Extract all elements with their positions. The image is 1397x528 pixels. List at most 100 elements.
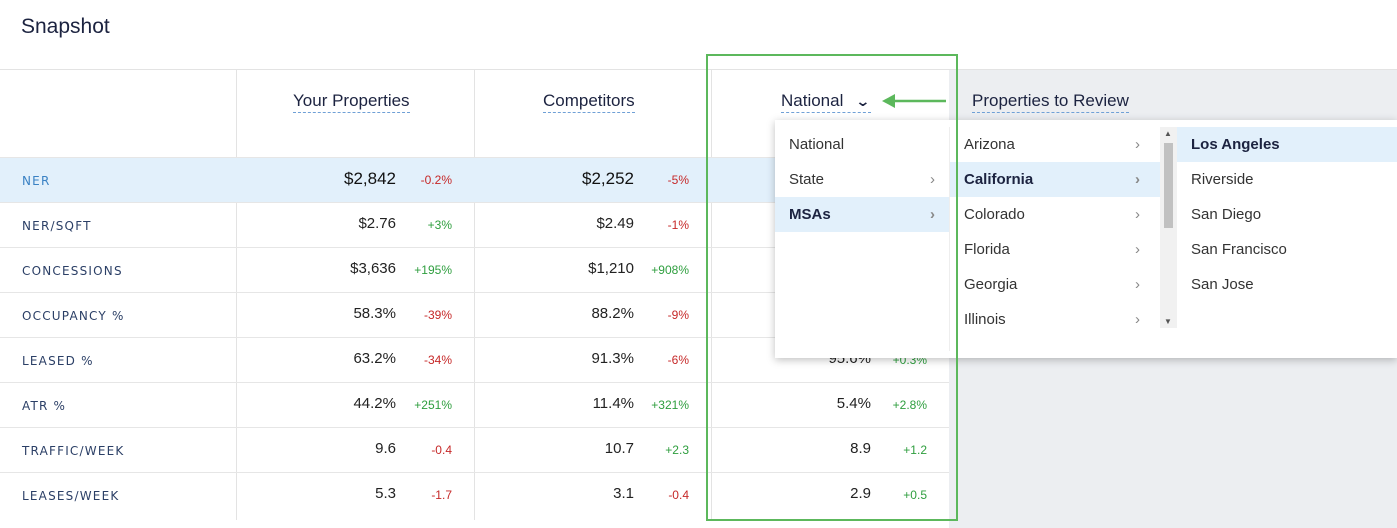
menu-item-label: San Diego [1191, 206, 1262, 223]
menu-item-label: Los Angeles [1191, 136, 1280, 153]
annotation-arrow-icon [882, 94, 946, 108]
table-row[interactable]: LEASES/WEEK 5.3 -1.7 3.1 -0.4 2.9 +0.5 [0, 472, 949, 517]
menu-item-label: State [789, 171, 825, 188]
col-header-competitors[interactable]: Competitors [543, 91, 635, 113]
table-row[interactable]: ATR % 44.2% +251% 11.4% +321% 5.4% +2.8% [0, 382, 949, 427]
region-dropdown-menu: National State › MSAs › Arizona › Californi… [775, 120, 1397, 358]
competitors-value: 10.7 [604, 440, 634, 457]
menu-item-label: San Jose [1191, 276, 1254, 293]
your-properties-change: -34% [423, 353, 452, 367]
competitors-change: -5% [667, 173, 689, 187]
scroll-up-icon[interactable]: ▲ [1164, 129, 1172, 138]
your-properties-change: -0.4 [431, 443, 452, 457]
col-header-review[interactable]: Properties to Review [972, 91, 1129, 113]
menu-level-3: Los Angeles Riverside San Diego San Fran… [1177, 127, 1397, 302]
metric-label: LEASES/WEEK [22, 489, 120, 503]
menu-item-arizona[interactable]: Arizona › [950, 127, 1162, 162]
your-properties-value: 9.6 [375, 440, 396, 457]
competitors-value: 3.1 [613, 485, 634, 502]
menu-scrollbar[interactable]: ▲ ▼ [1160, 127, 1177, 328]
your-properties-value: 63.2% [353, 350, 396, 367]
menu-item-colorado[interactable]: Colorado › [950, 197, 1162, 232]
col-header-yours[interactable]: Your Properties [293, 91, 410, 113]
metric-label: CONCESSIONS [22, 264, 123, 278]
your-properties-change: +195% [414, 263, 452, 277]
national-change: +0.5 [903, 488, 927, 502]
national-change: +1.2 [903, 443, 927, 457]
chevron-down-icon[interactable]: ⌄ [856, 93, 871, 110]
your-properties-value: 58.3% [353, 305, 396, 322]
your-properties-change: -39% [423, 308, 452, 322]
menu-item-label: Illinois [964, 311, 1006, 328]
page-title: Snapshot [21, 15, 110, 38]
scroll-down-icon[interactable]: ▼ [1164, 317, 1172, 326]
chevron-right-icon: › [930, 171, 935, 188]
competitors-value: 91.3% [591, 350, 634, 367]
metric-label: NER [22, 174, 51, 188]
menu-level-2: Arizona › California › Colorado › Florida › … [949, 127, 1162, 351]
menu-item-california[interactable]: California › [950, 162, 1162, 197]
competitors-value: 11.4% [592, 395, 634, 412]
national-dropdown[interactable]: National ⌄ [781, 91, 872, 113]
competitors-value: $2.49 [596, 215, 634, 232]
competitors-change: -9% [667, 308, 689, 322]
menu-item-label: National [789, 136, 845, 153]
chevron-right-icon: › [1135, 241, 1140, 258]
your-properties-value: 44.2% [353, 395, 396, 412]
competitors-value: 88.2% [591, 305, 634, 322]
competitors-change: -1% [667, 218, 689, 232]
metric-label: NER/SQFT [22, 219, 92, 233]
menu-item-national[interactable]: National [775, 127, 949, 162]
chevron-right-icon: › [1135, 136, 1140, 153]
your-properties-value: $2.76 [358, 215, 396, 232]
chevron-right-icon: › [1135, 311, 1140, 328]
menu-item-san-francisco[interactable]: San Francisco [1177, 232, 1397, 267]
competitors-change: +908% [651, 263, 689, 277]
your-properties-change: -1.7 [431, 488, 452, 502]
menu-item-san-jose[interactable]: San Jose [1177, 267, 1397, 302]
national-value: 8.9 [850, 440, 871, 457]
chevron-right-icon: › [1135, 276, 1140, 293]
menu-item-label: Florida [964, 241, 1010, 258]
menu-item-los-angeles[interactable]: Los Angeles [1177, 127, 1397, 162]
national-label: National [781, 91, 844, 110]
competitors-change: -0.4 [668, 488, 689, 502]
national-value: 5.4% [836, 395, 871, 412]
menu-item-msas[interactable]: MSAs › [775, 197, 949, 232]
menu-item-san-diego[interactable]: San Diego [1177, 197, 1397, 232]
metric-label: ATR % [22, 399, 67, 413]
menu-item-label: San Francisco [1191, 241, 1287, 258]
menu-item-georgia[interactable]: Georgia › [950, 267, 1162, 302]
competitors-value: $2,252 [582, 169, 634, 188]
menu-item-label: California [964, 171, 1034, 188]
metric-label: TRAFFIC/WEEK [22, 444, 125, 458]
your-properties-value: 5.3 [375, 485, 396, 502]
chevron-right-icon: › [1135, 171, 1140, 188]
competitors-change: +2.3 [665, 443, 689, 457]
menu-item-state[interactable]: State › [775, 162, 949, 197]
menu-item-label: Riverside [1191, 171, 1254, 188]
metric-label: OCCUPANCY % [22, 309, 125, 323]
menu-item-illinois[interactable]: Illinois › [950, 302, 1162, 337]
your-properties-value: $3,636 [350, 260, 396, 277]
menu-item-riverside[interactable]: Riverside [1177, 162, 1397, 197]
chevron-right-icon: › [1135, 206, 1140, 223]
competitors-change: -6% [667, 353, 689, 367]
menu-item-label: Georgia [964, 276, 1018, 293]
national-value: 2.9 [850, 485, 871, 502]
menu-item-label: Arizona [964, 136, 1015, 153]
table-row[interactable]: TRAFFIC/WEEK 9.6 -0.4 10.7 +2.3 8.9 +1.2 [0, 427, 949, 472]
your-properties-value: $2,842 [344, 169, 396, 188]
menu-item-florida[interactable]: Florida › [950, 232, 1162, 267]
scroll-thumb[interactable] [1164, 143, 1173, 228]
metric-label: LEASED % [22, 354, 94, 368]
menu-level-1: National State › MSAs › [775, 127, 949, 232]
chevron-right-icon: › [930, 206, 935, 223]
your-properties-change: -0.2% [420, 173, 452, 187]
menu-item-label: Colorado [964, 206, 1025, 223]
your-properties-change: +251% [414, 398, 452, 412]
competitors-value: $1,210 [588, 260, 634, 277]
menu-item-label: MSAs [789, 206, 831, 223]
competitors-change: +321% [651, 398, 689, 412]
national-change: +2.8% [892, 398, 927, 412]
